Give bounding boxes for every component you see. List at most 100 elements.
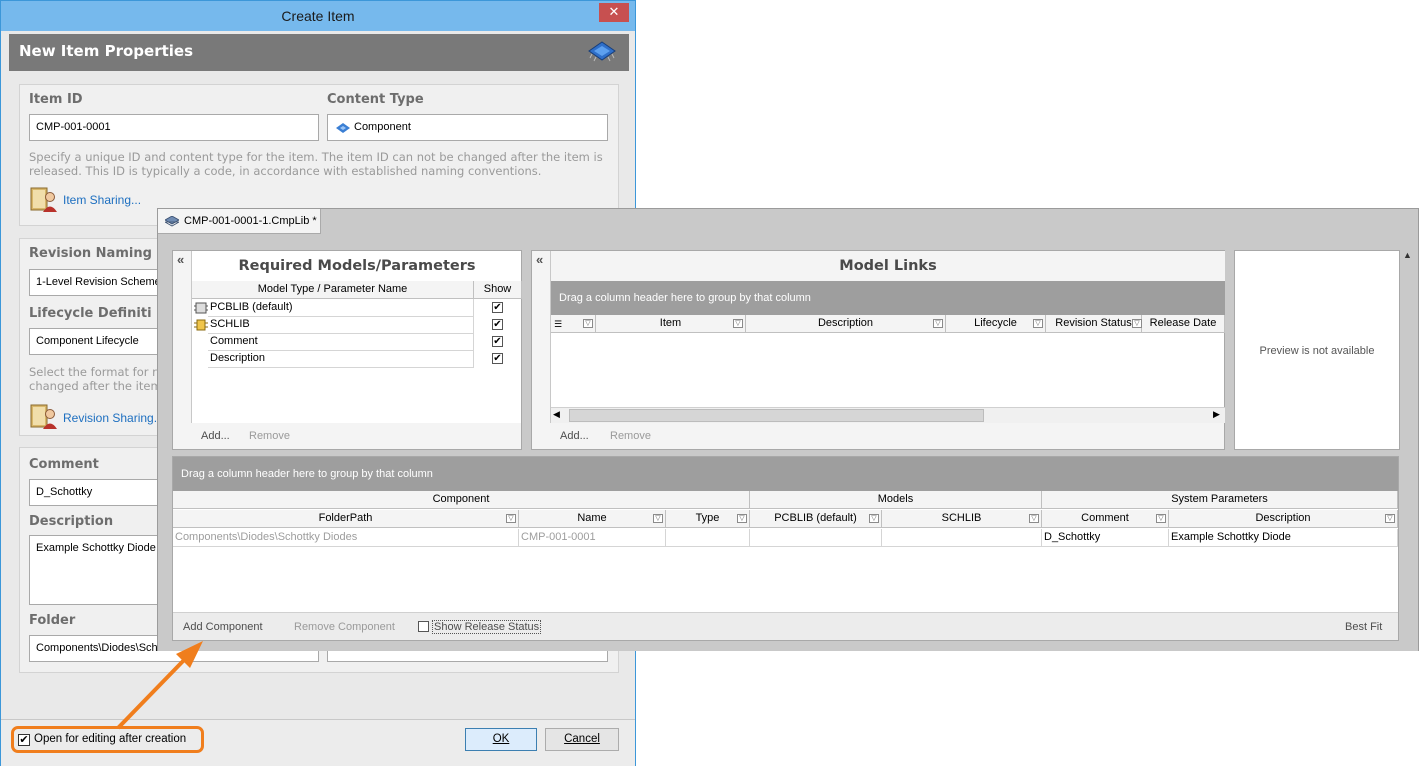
remove-component-button[interactable]: Remove Component (294, 621, 395, 633)
comment-label: Comment (29, 457, 99, 472)
filter-icon[interactable]: ▽ (1132, 319, 1142, 328)
column-header-comment[interactable]: Comment (1042, 510, 1169, 528)
document-tab-label: CMP-001-0001-1.CmpLib * (184, 215, 317, 227)
lifecycle-label: Lifecycle Definiti (29, 306, 152, 321)
item-sharing-link[interactable]: Item Sharing... (63, 193, 141, 207)
cell-comment[interactable]: D_Schottky (1042, 529, 1169, 547)
show-checkbox-schlib[interactable]: ✔ (492, 319, 503, 330)
best-fit-button[interactable]: Best Fit (1345, 621, 1382, 633)
column-header-name[interactable]: Name (519, 510, 666, 528)
filter-icon[interactable]: ▽ (737, 514, 747, 523)
horizontal-scrollbar[interactable]: ◀ ▶ (551, 407, 1225, 423)
show-checkbox-pcblib[interactable]: ✔ (492, 302, 503, 313)
cell-pcblib[interactable] (750, 529, 882, 547)
revision-sharing-link[interactable]: Revision Sharing. (63, 411, 157, 425)
cancel-button[interactable]: Cancel (545, 728, 619, 751)
model-links-group-hint[interactable]: Drag a column header here to group by th… (551, 281, 1225, 315)
model-links-grid: Model Links Drag a column header here to… (550, 251, 1225, 423)
scrollbar-thumb[interactable] (569, 409, 984, 422)
content-type-label: Content Type (327, 92, 424, 107)
filter-icon[interactable]: ▽ (1029, 514, 1039, 523)
filter-icon[interactable]: ▽ (506, 514, 516, 523)
cell-type[interactable] (666, 529, 750, 547)
column-header-revision-status[interactable]: Revision Status (1046, 315, 1142, 333)
model-links-panel: « Model Links Drag a column header here … (531, 250, 1225, 450)
dialog-title-bar[interactable]: Create Item ✕ (1, 1, 635, 31)
close-icon[interactable]: ✕ (599, 3, 629, 22)
filter-icon[interactable]: ▽ (653, 514, 663, 523)
filter-icon[interactable]: ▽ (1156, 514, 1166, 523)
required-add-button[interactable]: Add... (201, 430, 230, 442)
column-header-show[interactable]: Show (474, 281, 522, 299)
required-models-title: Required Models/Parameters (238, 258, 476, 274)
model-links-remove-button[interactable]: Remove (610, 430, 651, 442)
required-row-schlib[interactable]: SCHLIB (208, 316, 474, 334)
ok-button[interactable]: OK (465, 728, 537, 751)
column-header-lifecycle[interactable]: Lifecycle (946, 315, 1046, 333)
show-checkbox-comment[interactable]: ✔ (492, 336, 503, 347)
description-label: Description (29, 514, 114, 529)
pcblib-icon (194, 302, 208, 314)
content-type-field[interactable]: Component (327, 114, 608, 141)
model-links-add-button[interactable]: Add... (560, 430, 589, 442)
folder-label: Folder (29, 613, 76, 628)
cmplib-file-icon (165, 216, 179, 227)
column-header-description[interactable]: Description (746, 315, 946, 333)
item-id-field[interactable]: CMP-001-0001 (29, 114, 319, 141)
add-component-button[interactable]: Add Component (183, 621, 263, 633)
column-chooser-icon[interactable]: ☰ (554, 319, 562, 330)
filter-icon[interactable]: ▽ (733, 319, 743, 328)
content-type-value: Component (354, 121, 411, 133)
cell-name[interactable]: CMP-001-0001 (519, 529, 666, 547)
column-header-pcblib[interactable]: PCBLIB (default) (750, 510, 882, 528)
highlight-box (11, 726, 204, 753)
id-hint-line-2: released. This ID is typically a code, i… (29, 164, 542, 178)
scroll-right-icon[interactable]: ▶ (1213, 409, 1220, 420)
filter-icon[interactable]: ▽ (1385, 514, 1395, 523)
column-header-model-type[interactable]: Model Type / Parameter Name (192, 281, 474, 299)
item-id-label: Item ID (29, 92, 83, 107)
required-row-pcblib[interactable]: PCBLIB (default) (208, 299, 474, 317)
cell-folderpath[interactable]: Components\Diodes\Schottky Diodes (173, 529, 519, 547)
chip-icon (588, 41, 616, 62)
dialog-header-title: New Item Properties (19, 42, 194, 60)
components-bottom-bar: Add Component Remove Component Show Rele… (173, 612, 1398, 640)
column-header-item[interactable]: Item (596, 315, 746, 333)
components-group-hint[interactable]: Drag a column header here to group by th… (173, 457, 1398, 491)
required-remove-button[interactable]: Remove (249, 430, 290, 442)
scroll-left-icon[interactable]: ◀ (553, 409, 560, 420)
column-header-release-date[interactable]: Release Date (1142, 315, 1225, 333)
components-panel: Drag a column header here to group by th… (172, 456, 1399, 641)
filter-icon[interactable]: ▽ (869, 514, 879, 523)
show-release-status-label[interactable]: Show Release Status (432, 620, 542, 634)
cell-description[interactable]: Example Schottky Diode (1169, 529, 1398, 547)
dialog-header: New Item Properties (9, 34, 629, 71)
required-row-description[interactable]: Description (208, 350, 474, 368)
band-component: Component (173, 491, 750, 509)
cell-schlib[interactable] (882, 529, 1042, 547)
filter-icon[interactable]: ▽ (933, 319, 943, 328)
revision-hint-line-2: changed after the item (29, 379, 162, 393)
column-header-schlib[interactable]: SCHLIB (882, 510, 1042, 528)
collapse-model-links-icon[interactable]: « (536, 252, 543, 267)
preview-panel: Preview is not available (1234, 250, 1400, 450)
revision-sharing-icon (30, 404, 57, 429)
document-tab[interactable]: CMP-001-0001-1.CmpLib * (158, 209, 321, 234)
id-hint-line-1: Specify a unique ID and content type for… (29, 150, 603, 164)
revision-hint-line-1: Select the format for re (29, 365, 164, 379)
collapse-left-icon[interactable]: « (177, 252, 184, 267)
editor-body: « Required Models/Parameters Model Type … (158, 235, 1418, 651)
cmplib-editor-window: CMP-001-0001-1.CmpLib * « Required Model… (157, 208, 1419, 651)
component-icon (336, 123, 350, 133)
column-header-folderpath[interactable]: FolderPath (173, 510, 519, 528)
preview-text: Preview is not available (1259, 345, 1375, 357)
column-header-description[interactable]: Description (1169, 510, 1398, 528)
required-row-comment[interactable]: Comment (208, 333, 474, 351)
show-checkbox-description[interactable]: ✔ (492, 353, 503, 364)
schlib-icon (194, 319, 208, 331)
filter-icon[interactable]: ▽ (1033, 319, 1043, 328)
show-release-status-checkbox[interactable] (418, 621, 429, 632)
scroll-up-icon[interactable]: ▲ (1403, 250, 1412, 260)
revision-naming-label: Revision Naming (29, 246, 152, 261)
filter-icon[interactable]: ▽ (583, 319, 593, 328)
